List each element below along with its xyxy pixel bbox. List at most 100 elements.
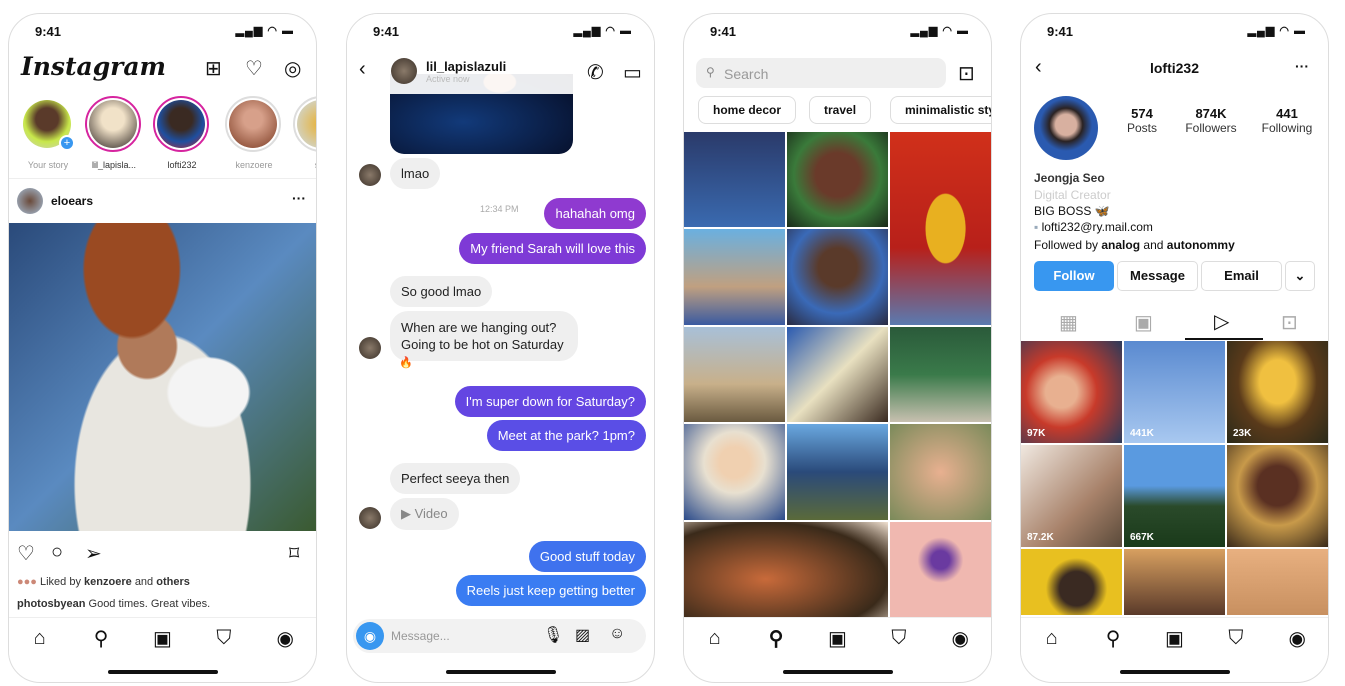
new-post-icon[interactable]: ⊞ (205, 56, 222, 81)
reels-icon[interactable]: ▣ (822, 626, 852, 651)
home-indicator (107, 670, 218, 674)
avatar[interactable] (17, 188, 43, 214)
search-icon[interactable]: ⚲ (1098, 626, 1128, 651)
tagged-icon[interactable]: ⊡ (1281, 310, 1298, 335)
back-icon[interactable]: ‹ (359, 58, 366, 81)
dropdown-button[interactable]: ⌄ (1285, 261, 1315, 291)
reel-tile[interactable]: 87.2K (1021, 445, 1122, 547)
phone-call-icon[interactable]: ✆ (587, 60, 604, 85)
home-icon[interactable]: ⌂ (700, 627, 730, 650)
followers-count[interactable]: 874K Followers (1181, 106, 1241, 135)
chip-home-decor[interactable]: home decor (698, 96, 797, 124)
home-icon[interactable]: ⌂ (25, 627, 55, 650)
microphone-icon[interactable]: 🎙 (543, 625, 563, 645)
profile-icon[interactable]: ◉ (945, 626, 975, 651)
like-icon[interactable]: ♡ (17, 541, 35, 566)
reel-tile[interactable] (1227, 445, 1328, 547)
message-out: hahahah omg (544, 198, 646, 229)
message-out: I'm super down for Saturday? (454, 386, 646, 417)
comment-icon[interactable]: ○ (51, 541, 63, 564)
explore-tile[interactable] (684, 424, 785, 520)
explore-tile[interactable] (787, 326, 888, 423)
follow-button[interactable]: Follow (1034, 261, 1114, 291)
reels-icon[interactable]: ▣ (1159, 626, 1189, 651)
explore-tile[interactable] (684, 132, 785, 228)
avatar[interactable] (391, 58, 417, 84)
message-in: So good lmao (390, 276, 493, 307)
followed-by[interactable]: Followed by analog and autonommy (1034, 238, 1235, 252)
instagram-logo: Instagram (21, 52, 166, 81)
gallery-icon[interactable]: ▨ (575, 625, 590, 645)
explore-tile[interactable] (787, 229, 888, 325)
more-icon[interactable]: ··· (292, 190, 306, 206)
shop-icon[interactable]: ⛉ (884, 627, 914, 650)
profile-email[interactable]: ▪ lofti232@ry.mail.com (1034, 220, 1153, 234)
profile-avatar[interactable] (1034, 96, 1098, 160)
reel-tile[interactable]: 23K (1227, 341, 1328, 443)
search-input[interactable]: ⚲ Search (696, 58, 946, 88)
camera-icon[interactable]: ◉ (356, 622, 384, 650)
reel-tile[interactable]: 667K (1124, 445, 1225, 547)
profile-icon[interactable]: ◉ (270, 626, 300, 651)
following-count[interactable]: 441 Following (1257, 106, 1317, 135)
home-icon[interactable]: ⌂ (1037, 627, 1067, 650)
explore-tile[interactable] (890, 132, 991, 325)
email-button[interactable]: Email (1201, 261, 1282, 291)
play-icon[interactable]: ▷ (1214, 309, 1229, 334)
reel-tile[interactable] (1227, 549, 1328, 615)
chip-minimalistic-style[interactable]: minimalistic sty (890, 96, 991, 124)
shop-icon[interactable]: ⛉ (209, 627, 239, 650)
explore-tile[interactable] (787, 132, 888, 228)
add-story-icon[interactable]: + (59, 135, 75, 151)
reel-tile[interactable]: 441K (1124, 341, 1225, 443)
reels-icon[interactable]: ▣ (147, 626, 177, 651)
caption: photosbyean Good times. Great vibes. (17, 598, 211, 610)
explore-tile[interactable] (684, 326, 785, 423)
explore-tile[interactable] (787, 424, 888, 520)
bookmark-icon[interactable]: ⌑ (289, 541, 299, 566)
posts-count[interactable]: 574 Posts (1117, 106, 1167, 135)
post-photo[interactable] (9, 223, 316, 531)
search-placeholder: Search (724, 66, 769, 82)
profile-name: Jeongja Seo (1034, 171, 1105, 185)
reels-icon[interactable]: ▣ (1134, 310, 1153, 335)
search-icon[interactable]: ⚲ (761, 626, 791, 651)
story-your[interactable]: Your story (19, 96, 77, 170)
grid-icon[interactable]: ▦ (1059, 310, 1078, 335)
sticker-icon[interactable]: ☺ (609, 625, 625, 643)
phone-feed: 9:41 ▂▄▆ ◠ ▬ Instagram ⊞ ♡ ◎ Your story +… (8, 13, 317, 683)
message-composer[interactable]: ◉ Message... 🎙 ▨ ☺ (353, 619, 646, 653)
reel-tile[interactable] (1021, 549, 1122, 615)
post-username[interactable]: eloears (51, 194, 93, 208)
active-tab-indicator (1185, 338, 1263, 340)
explore-tile[interactable] (890, 424, 991, 520)
message-in: When are we hanging out? Going to be hot… (390, 311, 578, 361)
explore-tile[interactable] (684, 229, 785, 325)
explore-tile[interactable] (890, 326, 991, 423)
status-bar: 9:41 ▂▄▆ ◠ ▬ (710, 24, 969, 40)
scan-icon[interactable]: ⊡ (958, 61, 975, 86)
reaction: 🔥 (399, 357, 413, 369)
explore-tile[interactable] (684, 521, 888, 617)
explore-tile[interactable] (890, 521, 991, 617)
chat-username[interactable]: lil_lapislazuli (426, 59, 506, 74)
message-input[interactable]: Message... (391, 629, 450, 643)
story-item[interactable]: lofti232 (153, 96, 211, 170)
story-item[interactable]: sap (293, 96, 316, 170)
share-icon[interactable]: ➢ (85, 541, 102, 566)
reel-tile[interactable] (1124, 549, 1225, 615)
heart-icon[interactable]: ♡ (245, 56, 263, 81)
shop-icon[interactable]: ⛉ (1221, 627, 1251, 650)
message-button[interactable]: Message (1117, 261, 1198, 291)
message-out: My friend Sarah will love this (459, 233, 646, 264)
search-icon[interactable]: ⚲ (86, 626, 116, 651)
more-icon[interactable]: ··· (1295, 58, 1309, 74)
messenger-icon[interactable]: ◎ (284, 56, 301, 81)
video-message[interactable]: ▶ Video (390, 498, 459, 530)
video-call-icon[interactable]: ▭ (623, 60, 642, 85)
profile-icon[interactable]: ◉ (1282, 626, 1312, 651)
story-item[interactable]: kenzoere (225, 96, 283, 170)
chip-travel[interactable]: travel (809, 96, 872, 124)
story-item[interactable]: lil_lapisla... (85, 96, 143, 170)
reel-tile[interactable]: 97K (1021, 341, 1122, 443)
